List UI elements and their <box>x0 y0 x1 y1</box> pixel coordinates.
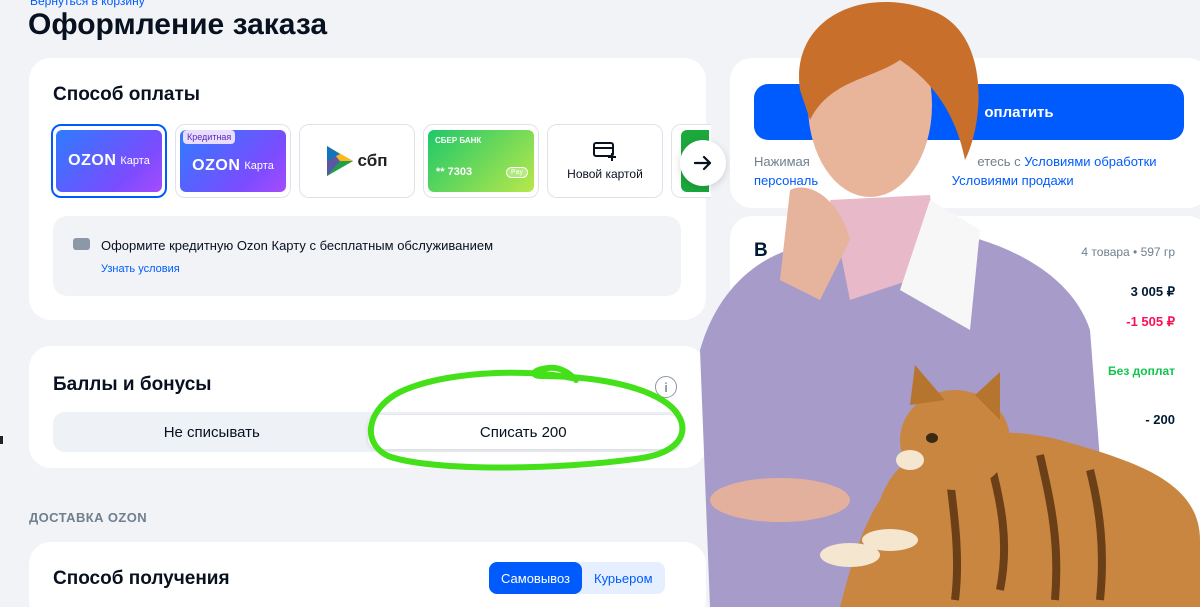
order-totals-card: В 4 товара • 597 гр 3 005 ₽ -1 505 ₽ Без… <box>730 216 1200 538</box>
add-card-icon <box>593 142 616 161</box>
credit-badge: Кредитная <box>183 130 236 144</box>
terms-text: Нажимая етесь с Условиями обработки перс… <box>754 152 1174 190</box>
back-link[interactable]: Вернуться в корзину <box>30 0 145 8</box>
payment-option-ozon-card[interactable]: OZON Карта <box>51 124 167 198</box>
payment-method-card: Способ оплаты OZON Карта Кредитная OZON … <box>29 58 726 320</box>
sber-card-image: СБЕР БАНК ** 7303 Pay <box>428 130 534 192</box>
sber-card-number: ** 7303 <box>436 166 473 178</box>
discount-total: -1 505 ₽ <box>1126 314 1175 329</box>
payment-title: Способ оплаты <box>53 84 200 105</box>
tab-pickup[interactable]: Самовывоз <box>489 562 582 594</box>
credit-card-promo: Оформите кредитную Ozon Карту с бесплатн… <box>53 216 681 296</box>
green-scribble-annotation <box>368 364 686 471</box>
payment-option-new-card[interactable]: Новой картой <box>547 124 663 198</box>
bonus-deduction: - 200 <box>1145 412 1175 427</box>
details-link[interactable]: онес <box>818 430 846 445</box>
left-edge-mark <box>0 436 3 444</box>
terms-prefix: Нажимая <box>754 154 810 169</box>
ozon-card-image: OZON Карта <box>56 130 162 192</box>
payment-option-sber-card[interactable]: СБЕР БАНК ** 7303 Pay <box>423 124 539 198</box>
payment-options: OZON Карта Кредитная OZON Карта сбп СБЕР… <box>51 124 711 198</box>
pay-button[interactable]: оплатить <box>754 84 1184 140</box>
sber-bank-name: СБЕР БАНК <box>435 136 482 145</box>
delivery-cost: Без доплат <box>1108 364 1175 378</box>
sber-pay-badge: Pay <box>505 167 528 178</box>
tab-courier[interactable]: Курьером <box>582 562 665 594</box>
ozon-card-label: Карта <box>120 155 150 167</box>
card-icon <box>73 238 90 250</box>
privacy-terms-link[interactable]: Условиями обработки <box>1024 154 1156 169</box>
percent-icon: % <box>756 566 776 586</box>
ozon-card-label: Карта <box>244 160 274 172</box>
goods-total: 3 005 ₽ <box>1130 284 1175 299</box>
items-count-weight: 4 товара • 597 гр <box>1081 245 1175 259</box>
learn-terms-link[interactable]: Узнать условия <box>101 263 180 275</box>
arrow-right-icon[interactable] <box>680 140 726 186</box>
promo-code-card[interactable]: % Промокод или с <box>730 546 1200 607</box>
delivery-section-label: ДОСТАВКА OZON <box>29 510 148 525</box>
ozon-credit-card-image: Кредитная OZON Карта <box>180 130 286 192</box>
sbp-label: сбп <box>357 151 388 170</box>
delivery-method-card: Способ получения Самовывоз Курьером <box>29 542 706 607</box>
payment-option-sbp[interactable]: сбп <box>299 124 415 198</box>
ozon-brand: OZON <box>192 157 241 174</box>
order-summary-heading: В <box>754 240 768 261</box>
sbp-icon <box>326 146 353 176</box>
terms-mid: етесь с <box>977 154 1025 169</box>
checkout-summary-card: оплатить Нажимая етесь с Условиями обраб… <box>730 58 1200 208</box>
bonuses-title: Баллы и бонусы <box>53 374 212 395</box>
promo-code-label: Промокод или с <box>790 568 894 583</box>
sale-terms-link[interactable]: Условиями продажи <box>952 173 1074 188</box>
no-bonus-option[interactable]: Не списывать <box>56 415 368 449</box>
delivery-tabs: Самовывоз Курьером <box>489 562 665 594</box>
ozon-brand: OZON <box>68 152 117 169</box>
delivery-title: Способ получения <box>53 568 230 589</box>
personal-data-link[interactable]: персональ <box>754 173 818 188</box>
sbp-logo: сбп <box>326 146 388 176</box>
payment-option-ozon-credit-card[interactable]: Кредитная OZON Карта <box>175 124 291 198</box>
credit-promo-text: Оформите кредитную Ozon Карту с бесплатн… <box>101 238 494 253</box>
new-card-label: Новой картой <box>567 167 643 181</box>
page-title: Оформление заказа <box>28 8 328 41</box>
